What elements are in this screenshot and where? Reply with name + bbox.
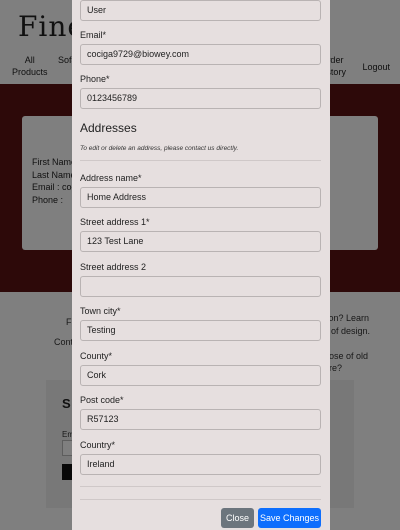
phone-label: Phone* bbox=[80, 74, 110, 84]
address-name-field[interactable]: Home Address bbox=[80, 187, 321, 208]
country-label: Country* bbox=[80, 440, 116, 450]
edit-profile-modal: User Email* cociga9729@biowey.com Phone*… bbox=[72, 0, 330, 530]
town-city-label: Town city* bbox=[80, 306, 121, 316]
footer-divider bbox=[80, 499, 321, 500]
street-address-1-label: Street address 1* bbox=[80, 217, 150, 227]
close-button[interactable]: Close bbox=[221, 508, 254, 528]
post-code-label: Post code* bbox=[80, 395, 124, 405]
addresses-heading: Addresses bbox=[80, 121, 137, 135]
post-code-field[interactable]: R57123 bbox=[80, 409, 321, 430]
addresses-note: To edit or delete an address, please con… bbox=[80, 145, 239, 152]
form-divider bbox=[80, 486, 321, 487]
street-address-2-label: Street address 2 bbox=[80, 262, 147, 272]
save-changes-button[interactable]: Save Changes bbox=[258, 508, 321, 528]
user-field[interactable]: User bbox=[80, 0, 321, 21]
country-field[interactable]: Ireland bbox=[80, 454, 321, 475]
email-field[interactable]: cociga9729@biowey.com bbox=[80, 44, 321, 65]
street-address-1-field[interactable]: 123 Test Lane bbox=[80, 231, 321, 252]
phone-field[interactable]: 0123456789 bbox=[80, 88, 321, 109]
section-divider bbox=[80, 160, 321, 161]
street-address-2-field[interactable] bbox=[80, 276, 321, 297]
town-city-field[interactable]: Testing bbox=[80, 320, 321, 341]
email-label: Email* bbox=[80, 30, 107, 40]
address-name-label: Address name* bbox=[80, 173, 142, 183]
county-label: County* bbox=[80, 351, 113, 361]
county-field[interactable]: Cork bbox=[80, 365, 321, 386]
